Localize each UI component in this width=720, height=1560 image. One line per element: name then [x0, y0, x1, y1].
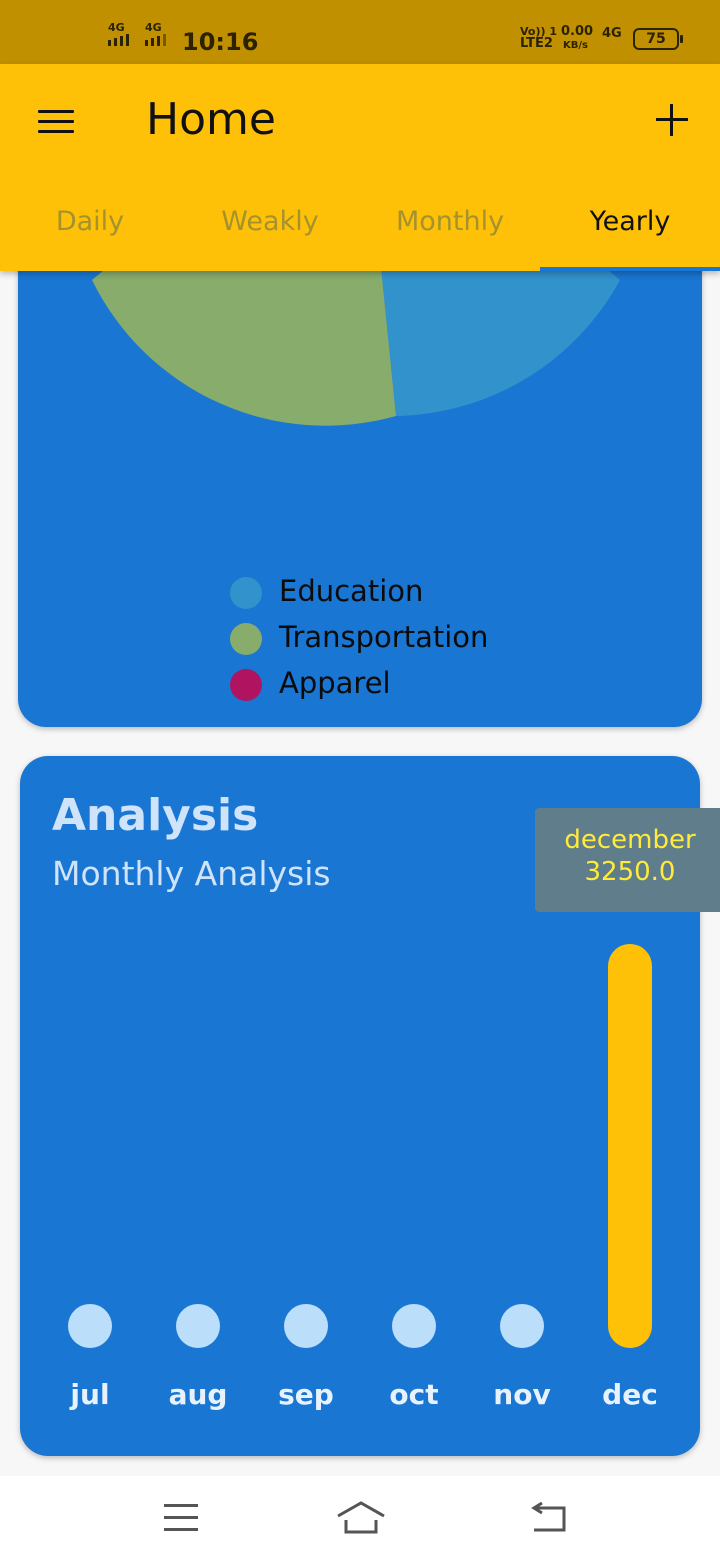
page-title: Home	[146, 94, 276, 145]
bar-tooltip: december 3250.0	[535, 808, 720, 912]
tooltip-value: 3250.0	[584, 857, 676, 887]
signal-icon-2: 4G	[145, 21, 166, 46]
battery-level: 75	[646, 31, 666, 47]
home-icon[interactable]	[336, 1500, 386, 1534]
bar-sep[interactable]	[284, 1304, 328, 1348]
bar-aug[interactable]	[176, 1304, 220, 1348]
month-label-aug: aug	[168, 1378, 228, 1411]
app-bar: Home Daily Weakly Monthly Yearly	[0, 64, 720, 271]
status-bar: 4G 4G 10:16 Vo)) 1 LTE2 0.00 KB/s 4G 75	[0, 0, 720, 64]
bar-oct[interactable]	[392, 1304, 436, 1348]
signal-icon-1: 4G	[108, 21, 129, 46]
month-label-sep: sep	[278, 1378, 334, 1411]
bar-jul[interactable]	[68, 1304, 112, 1348]
network-label-1: 4G	[108, 21, 125, 34]
tooltip-month: december	[564, 825, 696, 855]
bar-nov[interactable]	[500, 1304, 544, 1348]
speed-value: 0.00	[561, 24, 594, 39]
tab-monthly[interactable]: Monthly	[360, 206, 540, 237]
month-label-oct: oct	[389, 1378, 439, 1411]
back-icon[interactable]	[528, 1502, 570, 1534]
tab-yearly[interactable]: Yearly	[540, 206, 720, 237]
tab-indicator	[540, 267, 720, 271]
speed-unit: KB/s	[563, 40, 588, 51]
system-nav-bar	[0, 1476, 720, 1560]
status-time: 10:16	[182, 28, 259, 56]
legend-label-transportation: Transportation	[279, 620, 489, 654]
lte-label: LTE2	[520, 36, 553, 51]
legend-label-education: Education	[279, 574, 424, 608]
tab-weakly[interactable]: Weakly	[180, 206, 360, 237]
menu-icon[interactable]	[38, 110, 74, 134]
legend-dot-apparel	[230, 669, 262, 701]
tab-daily[interactable]: Daily	[0, 206, 180, 237]
add-icon[interactable]	[656, 104, 688, 136]
menu-icon[interactable]	[164, 1504, 198, 1540]
month-label-jul: jul	[70, 1378, 110, 1411]
battery-icon: 75	[633, 28, 683, 50]
legend-label-apparel: Apparel	[279, 666, 391, 700]
analysis-subtitle: Monthly Analysis	[52, 854, 331, 893]
network-label-2: 4G	[145, 21, 162, 34]
bar-dec[interactable]	[608, 944, 652, 1348]
month-label-dec: dec	[602, 1378, 658, 1411]
legend-dot-transportation	[230, 623, 262, 655]
analysis-title: Analysis	[52, 790, 259, 841]
legend-dot-education	[230, 577, 262, 609]
network-right-label: 4G	[602, 26, 622, 41]
month-label-nov: nov	[493, 1378, 551, 1411]
